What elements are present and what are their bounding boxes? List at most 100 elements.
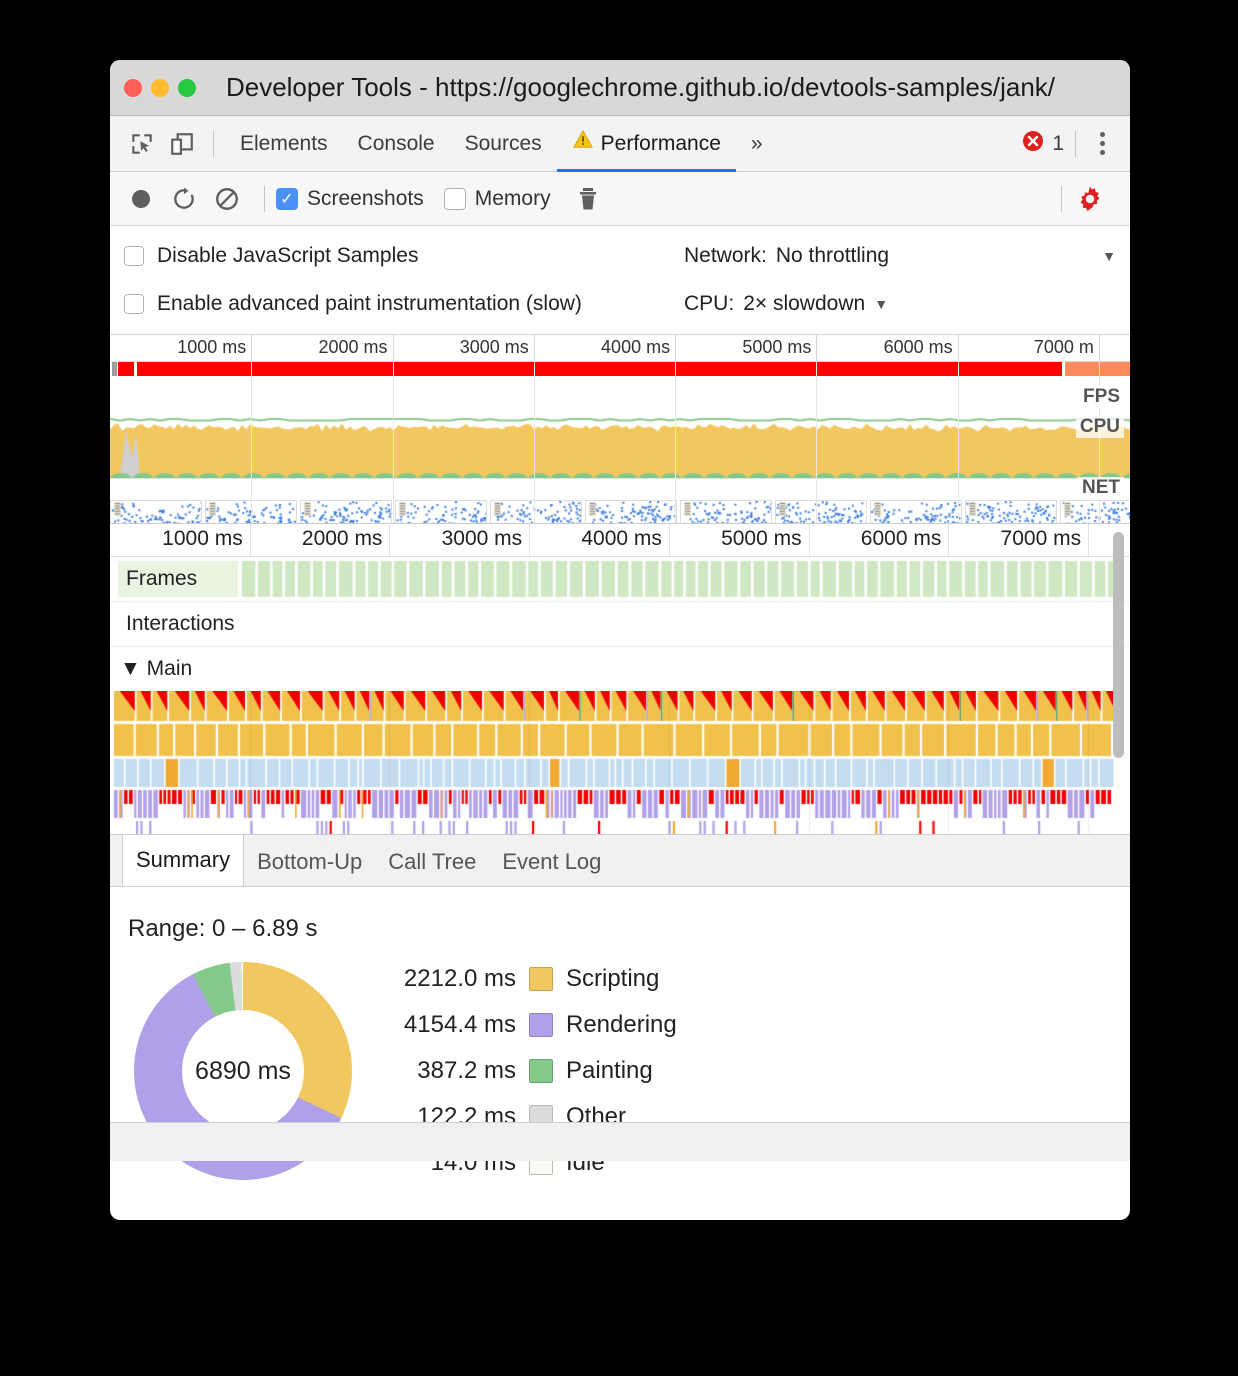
filmstrip-frame[interactable] xyxy=(1060,500,1130,523)
track-interactions[interactable]: Interactions xyxy=(110,602,1130,647)
legend-row[interactable]: 2212.0 msScripting xyxy=(378,959,677,999)
network-value: No throttling xyxy=(776,244,889,268)
track-main-expander-icon[interactable]: ▼ xyxy=(120,657,141,680)
error-icon xyxy=(1021,129,1045,159)
cpu-band: CPU xyxy=(110,416,1130,478)
settings-row-1: Disable JavaScript Samples Network: No t… xyxy=(110,232,1130,280)
filmstrip-frame[interactable] xyxy=(395,500,487,523)
timeline-overview[interactable]: 1000 ms2000 ms3000 ms4000 ms5000 ms6000 … xyxy=(110,335,1130,524)
filmstrip-frame[interactable] xyxy=(110,500,202,523)
legend-row[interactable]: 4154.4 ms Rendering xyxy=(378,1005,677,1045)
tab-call-tree[interactable]: Call Tree xyxy=(375,836,489,886)
track-interactions-label: Interactions xyxy=(126,612,235,636)
tab-event-log[interactable]: Event Log xyxy=(489,836,614,886)
divider xyxy=(213,131,214,157)
fps-frame-marker xyxy=(137,362,1062,376)
flame-scrollbar-thumb[interactable] xyxy=(1113,532,1124,758)
record-button[interactable] xyxy=(124,182,158,216)
cpu-band-label: CPU xyxy=(1076,416,1124,438)
tab-performance[interactable]: Performance xyxy=(557,116,736,172)
track-frames-label: Frames xyxy=(126,567,197,591)
track-main[interactable]: ▼ Main xyxy=(110,647,1130,691)
tab-summary[interactable]: Summary xyxy=(122,833,244,886)
main-flame-chart[interactable] xyxy=(110,691,1130,835)
legend-value: 387.2 ms xyxy=(378,1057,516,1085)
overview-gridline xyxy=(675,361,676,523)
overview-gridline xyxy=(534,361,535,523)
net-band: NET xyxy=(110,478,1130,501)
filmstrip-frame[interactable] xyxy=(965,500,1057,523)
fps-frame-marker xyxy=(112,362,117,376)
fps-band: FPS xyxy=(110,378,1130,416)
network-throttling-select[interactable]: Network: No throttling xyxy=(684,244,889,268)
track-frames[interactable]: Frames xyxy=(110,557,1130,602)
filmstrip-frame[interactable] xyxy=(870,500,962,523)
frames-strip xyxy=(110,557,1130,601)
legend-swatch xyxy=(529,1059,553,1083)
divider xyxy=(264,186,265,212)
fps-frame-marker xyxy=(1065,362,1130,376)
tab-elements[interactable]: Elements xyxy=(225,116,343,172)
cpu-usage-chart xyxy=(110,416,1130,478)
memory-checkbox-box xyxy=(444,188,466,210)
reload-and-record-button[interactable] xyxy=(167,182,201,216)
screenshots-checkbox-box: ✓ xyxy=(276,188,298,210)
tab-bottom-up[interactable]: Bottom-Up xyxy=(244,836,375,886)
track-main-label: ▼ Main xyxy=(120,657,192,681)
filmstrip-frame[interactable] xyxy=(775,500,867,523)
overview-tick-label: 7000 m xyxy=(1034,337,1094,358)
disable-js-samples-checkbox[interactable]: Disable JavaScript Samples xyxy=(124,244,684,268)
filmstrip-frame[interactable] xyxy=(300,500,392,523)
trash-icon[interactable] xyxy=(571,182,605,216)
close-button[interactable] xyxy=(124,79,142,97)
advanced-paint-box xyxy=(124,294,144,314)
net-band-label: NET xyxy=(1078,477,1124,499)
tab-console[interactable]: Console xyxy=(343,116,450,172)
filmstrip-frame[interactable] xyxy=(585,500,677,523)
settings-gear-icon[interactable] xyxy=(1073,182,1107,216)
screenshot-filmstrip[interactable] xyxy=(110,500,1130,523)
detail-tab-bar: Summary Bottom-Up Call Tree Event Log xyxy=(110,835,1130,887)
error-badge[interactable]: 1 xyxy=(1021,129,1064,159)
network-label: Network: xyxy=(684,244,767,268)
tab-overflow[interactable]: » xyxy=(736,116,778,172)
window-title: Developer Tools - https://googlechrome.g… xyxy=(165,72,1116,103)
flame-ruler: 1000 ms2000 ms3000 ms4000 ms5000 ms6000 … xyxy=(110,524,1130,557)
legend-row[interactable]: 387.2 ms Painting xyxy=(378,1051,677,1091)
advanced-paint-checkbox[interactable]: Enable advanced paint instrumentation (s… xyxy=(124,292,684,316)
legend-value: 4154.4 ms xyxy=(378,1011,516,1039)
devtools-window: Developer Tools - https://googlechrome.g… xyxy=(110,60,1130,1220)
overview-gridline xyxy=(816,361,817,523)
inspect-element-icon[interactable] xyxy=(127,129,157,159)
legend-label: Rendering xyxy=(566,1011,677,1039)
cpu-throttling-select[interactable]: CPU: 2× slowdown ▼ xyxy=(684,292,888,316)
divider xyxy=(1075,131,1076,157)
screenshots-checkbox[interactable]: ✓ Screenshots xyxy=(276,187,424,211)
tab-sources[interactable]: Sources xyxy=(450,116,557,172)
cpu-value: 2× slowdown xyxy=(743,292,865,316)
overview-tick: 7000 m xyxy=(110,335,1100,361)
legend-label: Painting xyxy=(566,1057,653,1085)
tab-performance-label: Performance xyxy=(601,115,721,173)
more-options-icon[interactable] xyxy=(1087,132,1118,155)
filmstrip-frame[interactable] xyxy=(490,500,582,523)
track-main-title: Main xyxy=(147,657,193,680)
performance-toolbar: ✓ Screenshots Memory xyxy=(110,172,1130,226)
advanced-paint-label: Enable advanced paint instrumentation (s… xyxy=(157,292,582,316)
overview-gridline xyxy=(251,361,252,523)
network-chevron-down-icon[interactable]: ▼ xyxy=(1102,248,1116,264)
settings-row-2: Enable advanced paint instrumentation (s… xyxy=(110,280,1130,328)
fps-frame-marker xyxy=(118,362,134,376)
capture-settings: Disable JavaScript Samples Network: No t… xyxy=(110,226,1130,335)
device-toolbar-icon[interactable] xyxy=(167,129,197,159)
screenshots-label: Screenshots xyxy=(307,187,424,211)
flame-chart-pane[interactable]: 1000 ms2000 ms3000 ms4000 ms5000 ms6000 … xyxy=(110,524,1130,835)
status-strip xyxy=(110,1122,1130,1161)
fps-band-label: FPS xyxy=(1079,386,1124,408)
overview-gridline xyxy=(393,361,394,523)
filmstrip-frame[interactable] xyxy=(680,500,772,523)
overview-gridline xyxy=(958,361,959,523)
clear-button[interactable] xyxy=(210,182,244,216)
flame-tick: 7000 ms xyxy=(110,524,1089,556)
memory-checkbox[interactable]: Memory xyxy=(444,187,551,211)
